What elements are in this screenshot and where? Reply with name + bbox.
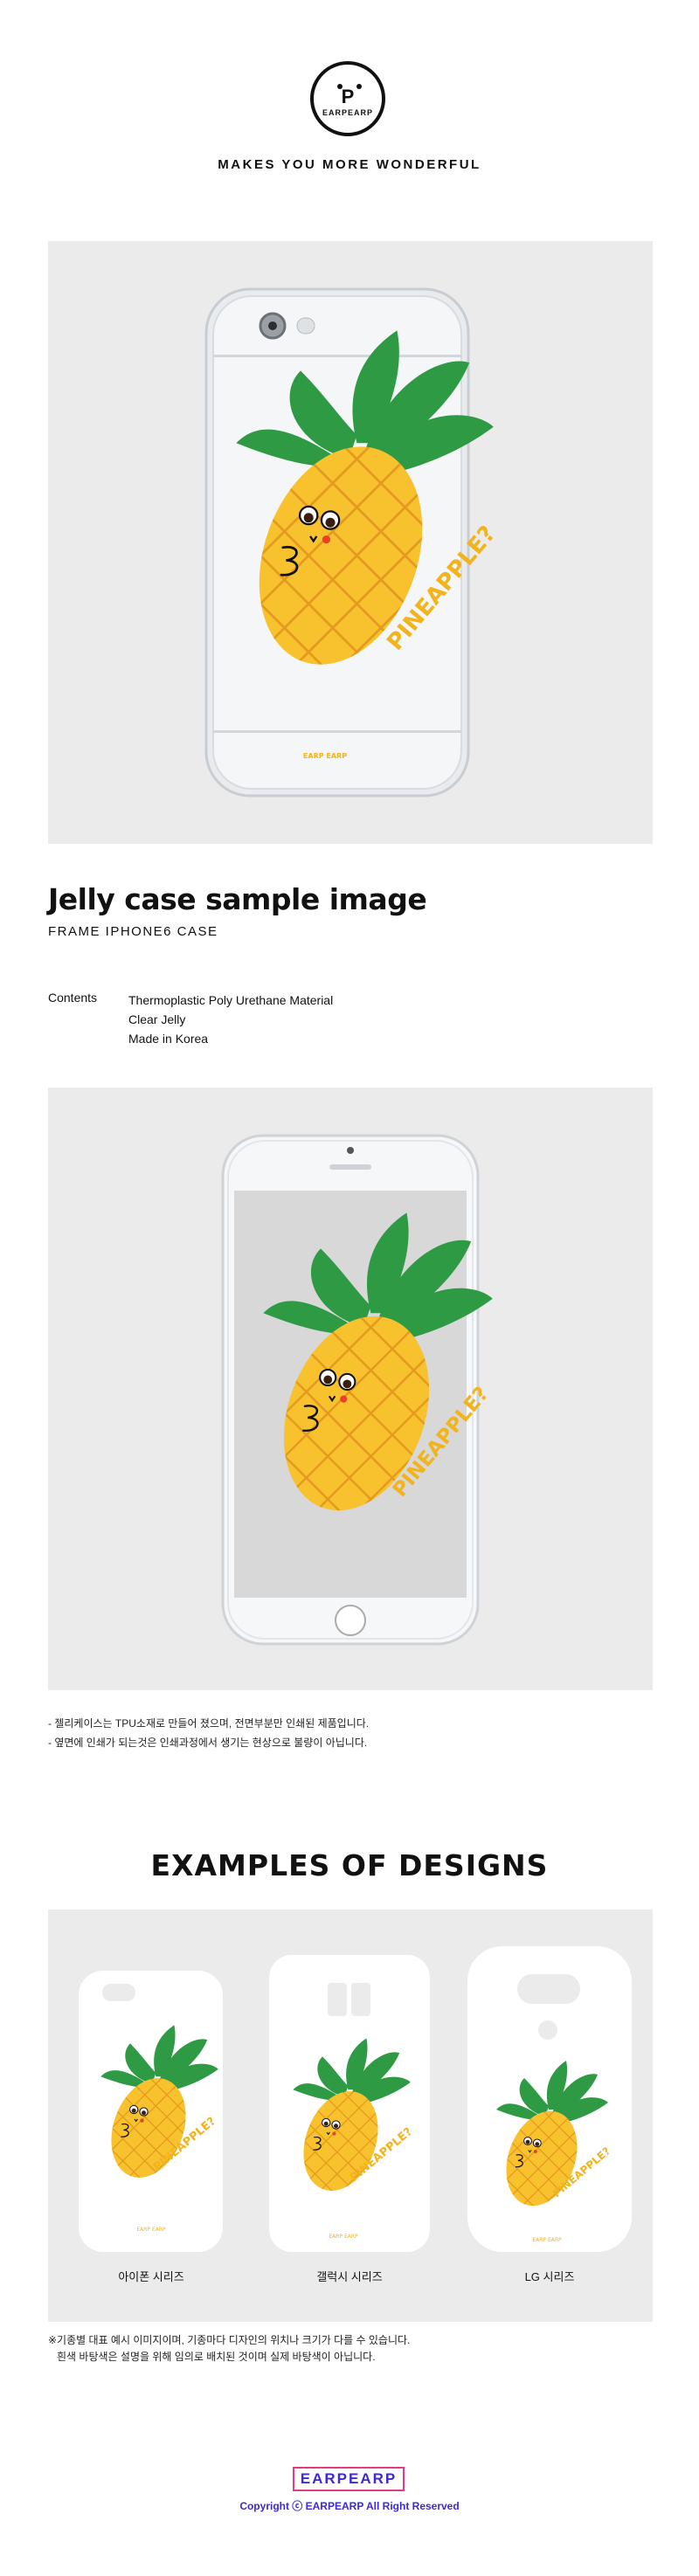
contents-list: Thermoplastic Poly Urethane Material Cle…: [128, 991, 333, 1048]
card-label-galaxy: 갤럭시 시리즈: [316, 2270, 383, 2283]
example-card-iphone[interactable]: PINEAPPLE? EARP EARP: [75, 1971, 223, 2282]
example-card-galaxy[interactable]: PINEAPPLE? EARP EARP: [267, 1955, 430, 2295]
case-front-illustration: PINEAPPLE?: [48, 1088, 653, 1690]
antenna-line-bottom: [213, 730, 461, 733]
camera-cutout-icon: [328, 1983, 347, 2016]
case-brand-mark: EARP EARP: [532, 2237, 562, 2243]
case-brand-mark: EARP EARP: [329, 2234, 358, 2240]
case-brand-mark: EARP EARP: [303, 752, 347, 760]
product-subtitle: FRAME IPHONE6 CASE: [48, 924, 218, 939]
card-label-iphone: 아이폰 시리즈: [118, 2270, 184, 2283]
examples-title: EXAMPLES OF DESIGNS: [150, 1848, 549, 1882]
examples-footnote: ※기종별 대표 예시 이미지이며, 기종마다 디자인의 위치나 크기가 다를 수…: [48, 2332, 410, 2365]
contents-item: Made in Korea: [128, 1032, 209, 1046]
front-camera-icon: [347, 1147, 354, 1154]
camera-cutout-icon: [102, 1984, 135, 2001]
examples-illustration: PINEAPPLE? EARP EARP PINEAPPLE? EARP EAR…: [48, 1946, 632, 2322]
logo-letter: P: [341, 86, 355, 107]
footer-logo[interactable]: EARPEARP: [293, 2467, 405, 2491]
care-notes: - 젤리케이스는 TPU소재로 만들어 졌으며, 전면부분만 인쇄된 제품입니다…: [48, 1714, 369, 1752]
antenna-line-top: [213, 355, 461, 357]
camera-cutout-icon: [517, 1974, 580, 2004]
contents-label: Contents: [48, 991, 98, 1005]
footnote-line: ※기종별 대표 예시 이미지이며, 기종마다 디자인의 위치나 크기가 다를 수…: [48, 2334, 411, 2346]
flash-icon: [296, 317, 315, 335]
card-label-lg: LG 시리즈: [524, 2270, 575, 2283]
contents-item: Thermoplastic Poly Urethane Material: [128, 993, 334, 1007]
footnote-line: 흰색 바탕색은 설명을 위해 임의로 배치된 것이며 실제 바탕색이 아닙니다.: [57, 2351, 376, 2363]
logo-text: EARPEARP: [322, 108, 373, 117]
home-button-icon: [335, 1605, 366, 1636]
speaker-icon: [329, 1164, 371, 1170]
brand-logo[interactable]: P EARPEARP: [310, 61, 385, 136]
example-card-lg[interactable]: PINEAPPLE? EARP EARP: [467, 1946, 632, 2305]
note-item: - 옆면에 인쇄가 되는것은 인쇄과정에서 생기는 현상으로 불량이 아닙니다.: [48, 1737, 368, 1749]
note-item: - 젤리케이스는 TPU소재로 만들어 졌으며, 전면부분만 인쇄된 제품입니다…: [48, 1717, 370, 1730]
brand-tagline: MAKES YOU MORE WONDERFUL: [218, 157, 481, 172]
examples-panel: PINEAPPLE? EARP EARP PINEAPPLE? EARP EAR…: [48, 1910, 653, 2322]
case-back-illustration: PINEAPPLE? EARP EARP: [48, 241, 653, 844]
case-brand-mark: EARP EARP: [136, 2227, 166, 2233]
product-title: Jelly case sample image: [48, 882, 427, 916]
contents-item: Clear Jelly: [128, 1012, 186, 1026]
product-image-back: PINEAPPLE? EARP EARP: [48, 241, 653, 844]
copyright-text: Copyright ⓒ EARPEARP All Right Reserved: [239, 2500, 460, 2512]
product-image-front: PINEAPPLE?: [48, 1088, 653, 1690]
